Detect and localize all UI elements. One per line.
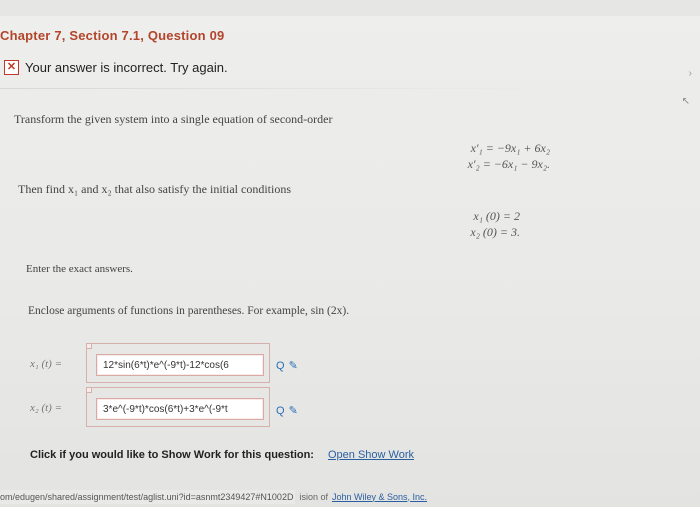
status-bar: om/edugen/shared/assignment/test/aglist.… xyxy=(0,486,700,507)
flag-icon xyxy=(86,387,92,393)
answer-input-x1[interactable]: 12*sin(6*t)*e^(-9*t)-12*cos(6 xyxy=(96,354,264,376)
answer-tools-x1: Q ✎ xyxy=(276,359,298,373)
show-work-row: Click if you would like to Show Work for… xyxy=(30,449,414,461)
top-strip xyxy=(0,0,700,16)
flag-icon xyxy=(86,343,92,349)
edit-icon[interactable]: ✎ xyxy=(289,359,298,372)
answer-label-x1: x₁ (t) = xyxy=(30,358,63,370)
search-icon[interactable]: Q xyxy=(276,360,285,372)
condition-1: x₁ (0) = 2 xyxy=(473,209,520,223)
copyright-link[interactable]: John Wiley & Sons, Inc. xyxy=(332,492,427,502)
feedback-message: Your answer is incorrect. Try again. xyxy=(25,60,228,75)
show-work-label: Click if you would like to Show Work for… xyxy=(30,449,314,461)
system-equations: x′₁ = −9x₁ + 6x₂ x′₂ = −6x₁ − 9x₂. xyxy=(410,140,550,172)
feedback-row: ✕ Your answer is incorrect. Try again. xyxy=(4,60,228,75)
instruction-transform: Transform the given system into a single… xyxy=(14,112,333,126)
open-show-work-link[interactable]: Open Show Work xyxy=(328,449,414,461)
equation-1: x′₁ = −9x₁ + 6x₂ xyxy=(470,141,550,155)
answer-tools-x2: Q ✎ xyxy=(276,404,298,418)
equation-2: x′₂ = −6x₁ − 9x₂. xyxy=(467,157,550,171)
copyright-prefix: ision of xyxy=(299,491,328,502)
cursor-icon: ↖ xyxy=(681,96,690,107)
search-icon[interactable]: Q xyxy=(276,405,285,417)
instruction-exact: Enter the exact answers. xyxy=(26,263,133,275)
x-icon: ✕ xyxy=(4,60,19,75)
answer-label-x2: x₂ (t) = xyxy=(30,402,63,414)
initial-conditions: x₁ (0) = 2 x₂ (0) = 3. xyxy=(410,208,520,240)
answer-input-x2[interactable]: 3*e^(-9*t)*cos(6*t)+3*e^(-9*t xyxy=(96,398,264,420)
edit-icon[interactable]: ✎ xyxy=(289,404,298,417)
status-url: om/edugen/shared/assignment/test/aglist.… xyxy=(0,489,296,504)
chevron-right-icon[interactable]: › xyxy=(689,68,692,79)
page-title: Chapter 7, Section 7.1, Question 09 xyxy=(0,28,225,43)
instruction-initial: Then find x₁ and x₂ that also satisfy th… xyxy=(18,182,291,196)
instruction-parentheses: Enclose arguments of functions in parent… xyxy=(28,305,350,317)
divider xyxy=(0,88,700,89)
condition-2: x₂ (0) = 3. xyxy=(470,225,520,239)
